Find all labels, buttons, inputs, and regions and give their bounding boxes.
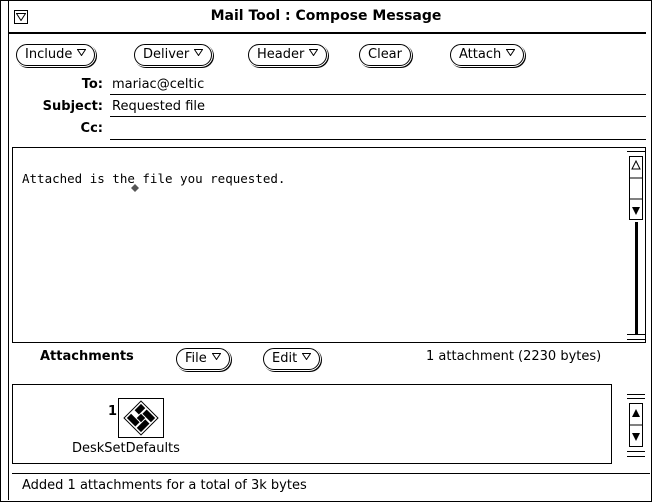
status-message: Added 1 attachments for a total of 3k by… (22, 478, 307, 493)
edit-button-label: Edit (272, 351, 298, 366)
attachment-name[interactable]: DeskSetDefaults (72, 441, 180, 456)
menu-triangle-icon (308, 43, 319, 63)
include-button[interactable]: Include (16, 43, 96, 66)
body-scrollbar-bottom-cap[interactable] (627, 334, 645, 335)
footer-divider (12, 473, 650, 474)
text-caret-icon (131, 181, 139, 196)
menu-triangle-icon (505, 43, 516, 63)
menu-triangle-icon (76, 43, 87, 63)
include-button-label: Include (25, 47, 73, 62)
attach-scrollbar-bottom-cap[interactable] (627, 451, 645, 452)
attach-scrollbar-elevator[interactable] (629, 403, 643, 447)
clear-button[interactable]: Clear (359, 44, 411, 66)
body-scrollbar-top-cap[interactable] (627, 147, 645, 148)
file-button[interactable]: File (176, 348, 230, 370)
clear-button-label: Clear (368, 47, 402, 62)
body-scrollbar-bottom-cap-2 (627, 339, 645, 340)
menu-triangle-icon (193, 43, 204, 63)
to-field-underline (110, 94, 646, 95)
deliver-button-label: Deliver (143, 47, 190, 62)
subject-field[interactable]: Requested file (112, 99, 205, 114)
header-button-label: Header (257, 47, 305, 62)
menu-triangle-icon (301, 347, 312, 367)
to-label: To: (81, 77, 103, 92)
title-divider (8, 32, 646, 34)
attach-scrollbar-top-cap-2 (627, 398, 645, 399)
menu-triangle-icon (211, 347, 222, 367)
attach-scrollbar-top-cap[interactable] (627, 394, 645, 395)
header-button[interactable]: Header (248, 43, 328, 66)
deskset-defaults-icon[interactable] (118, 398, 164, 438)
cc-field[interactable] (112, 121, 642, 138)
to-field[interactable]: mariac@celtic (112, 77, 204, 92)
body-scrollbar-top-cap-2 (627, 151, 645, 152)
cc-field-underline (110, 139, 646, 140)
body-scrollbar-elevator[interactable] (629, 156, 643, 220)
window-title: Mail Tool : Compose Message (210, 8, 442, 24)
subject-field-underline (110, 116, 646, 117)
attach-button[interactable]: Attach (450, 43, 525, 66)
body-scrollbar-cable[interactable] (635, 222, 638, 334)
edit-button[interactable]: Edit (263, 347, 321, 370)
cc-label: Cc: (80, 121, 103, 136)
subject-label: Subject: (42, 99, 103, 114)
message-body-text[interactable]: Attached is the file you requested. (22, 171, 285, 186)
window-frame-edge (8, 0, 9, 500)
attach-scrollbar-bottom-cap-2 (627, 456, 645, 457)
attachments-label: Attachments (40, 349, 134, 364)
file-button-label: File (185, 351, 207, 366)
attachment-count: 1 attachment (2230 bytes) (426, 349, 602, 364)
attach-button-label: Attach (459, 47, 502, 62)
deliver-button[interactable]: Deliver (134, 43, 213, 66)
